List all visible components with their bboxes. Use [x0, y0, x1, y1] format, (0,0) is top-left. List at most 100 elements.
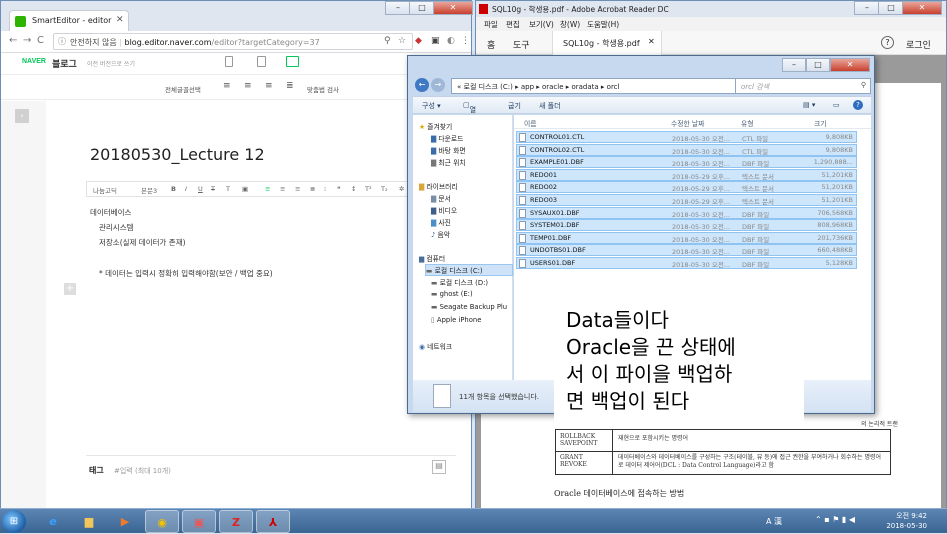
- font-size-select[interactable]: 본문3: [141, 185, 157, 195]
- body-line-1[interactable]: 데이터베이스: [90, 207, 131, 218]
- file-row[interactable]: USERS01.DBF 2018-05-30 오전... DBF 파일 5,128KB: [516, 257, 857, 269]
- strike-icon[interactable]: T: [211, 185, 215, 193]
- acrobat-close-button[interactable]: ✕: [902, 1, 942, 15]
- explorer-path-input[interactable]: « 로컬 디스크 (C:) ▸ app ▸ oracle ▸ oradata ▸…: [451, 78, 741, 94]
- file-row[interactable]: CONTROL02.CTL 2018-05-30 오전... CTL 파일 9,808…: [516, 143, 857, 156]
- acrobat-maximize-button[interactable]: □: [878, 1, 904, 15]
- tools-tab[interactable]: 도구: [513, 38, 530, 51]
- explorer-search-input[interactable]: orcl 검색 ⚲: [735, 78, 871, 94]
- font-family-select[interactable]: 나눔고딕: [93, 185, 117, 195]
- file-row[interactable]: CONTROL01.CTL 2018-05-30 오전... CTL 파일 9,808…: [516, 131, 857, 143]
- line-height-icon[interactable]: ↕: [351, 185, 356, 193]
- preview-pane-icon[interactable]: ▭: [833, 101, 840, 109]
- prev-version-link[interactable]: 이전 버전으로 쓰기: [87, 59, 135, 68]
- document-tab[interactable]: SQL10g - 학생용.pdf ✕: [552, 31, 662, 55]
- fmt-align-right-icon[interactable]: ≡: [295, 185, 300, 193]
- view-options-icon[interactable]: ▤ ▾: [803, 101, 815, 109]
- minimize-button[interactable]: –: [385, 1, 411, 15]
- nav-iphone[interactable]: ▯ Apple iPhone: [431, 316, 481, 324]
- col-size[interactable]: 크기: [814, 118, 827, 128]
- list-icon[interactable]: ⁝: [324, 185, 326, 193]
- nav-desktop[interactable]: ▇ 바탕 화면: [431, 145, 466, 155]
- nav-drive-d[interactable]: ▬ 로컬 디스크 (D:): [431, 277, 488, 287]
- chrome-taskbar-icon[interactable]: ◉: [145, 510, 179, 533]
- nav-drive-c[interactable]: ▬ 로컬 디스크 (C:): [425, 264, 513, 276]
- menu-view[interactable]: 보기(V): [529, 19, 554, 30]
- file-row[interactable]: REDO02 2018-05-29 오후... 텍스트 문서 51,201KB: [516, 181, 857, 194]
- body-line-3[interactable]: 저장소(실제 데이터가 존재): [99, 237, 186, 248]
- file-row[interactable]: REDO03 2018-05-29 오후... 텍스트 문서 51,201KB: [516, 194, 857, 206]
- body-line-4[interactable]: * 데이터는 입력시 정확히 입력해야함(보안 / 백업 중요): [99, 268, 273, 279]
- fmt-align-center-icon[interactable]: ≡: [280, 185, 285, 193]
- tray-icons[interactable]: ⌃ ▪ ⚑ ▮ ◀: [815, 515, 855, 524]
- expand-panel-icon[interactable]: ›: [15, 109, 29, 123]
- close-button[interactable]: ✕: [433, 1, 473, 15]
- start-button[interactable]: ⊞: [2, 510, 26, 533]
- italic-icon[interactable]: I: [185, 185, 187, 193]
- more-icon[interactable]: ✲: [399, 185, 404, 193]
- explorer-taskbar-icon[interactable]: ▆: [72, 510, 106, 533]
- nav-pictures[interactable]: ▇ 사진: [431, 217, 451, 227]
- align-left-icon[interactable]: ≡: [223, 81, 231, 91]
- explorer-maximize-button[interactable]: □: [806, 58, 830, 72]
- body-line-2[interactable]: 관리시스템: [99, 222, 134, 233]
- nav-ghost[interactable]: ▬ ghost (E:): [431, 290, 473, 298]
- nav-videos[interactable]: ▇ 비디오: [431, 205, 457, 215]
- menu-window[interactable]: 창(W): [560, 19, 580, 30]
- filezilla-icon[interactable]: Z: [219, 510, 253, 533]
- nav-recent[interactable]: ▇ 최근 위치: [431, 157, 466, 167]
- document-tab-close-icon[interactable]: ✕: [648, 37, 655, 46]
- reload-icon[interactable]: C: [37, 35, 44, 46]
- tablet-preview-icon[interactable]: [257, 56, 266, 67]
- url-input[interactable]: ⓘ 안전하지 않음 | blog.editor.naver.com/editor…: [53, 33, 413, 50]
- info-icon[interactable]: ⓘ: [58, 36, 66, 47]
- login-button[interactable]: 로그인: [906, 38, 931, 51]
- bold-icon[interactable]: B: [171, 185, 176, 193]
- col-type[interactable]: 유형: [741, 118, 754, 128]
- mobile-preview-icon[interactable]: [225, 56, 233, 67]
- file-row[interactable]: UNDOTBS01.DBF 2018-05-30 오전... DBF 파일 660,4…: [516, 244, 857, 257]
- new-folder-button[interactable]: 새 폴더: [539, 101, 561, 111]
- menu-help[interactable]: 도움말(H): [587, 19, 619, 30]
- media-player-icon[interactable]: ▶: [108, 510, 142, 533]
- bookmark-star-icon[interactable]: ☆: [398, 36, 406, 46]
- menu-icon[interactable]: ⋮: [461, 36, 470, 46]
- organize-button[interactable]: 구성 ▾: [422, 101, 441, 111]
- fmt-align-left-icon[interactable]: ≡: [265, 185, 270, 193]
- back-icon[interactable]: ←: [9, 35, 17, 46]
- nav-seagate[interactable]: ▬ Seagate Backup Plu: [431, 303, 507, 311]
- text-color-icon[interactable]: T: [226, 185, 230, 193]
- explorer-back-icon[interactable]: ←: [415, 78, 429, 92]
- select-all-button[interactable]: 전체글꼴선택: [165, 84, 201, 94]
- spellcheck-button[interactable]: 맞춤법 검사: [307, 84, 339, 94]
- open-button[interactable]: ▢ 열기: [463, 101, 476, 124]
- nav-network[interactable]: ◉ 네트워크: [419, 341, 452, 351]
- file-row[interactable]: SYSTEM01.DBF 2018-05-30 오전... DBF 파일 808,96…: [516, 219, 857, 232]
- ie-icon[interactable]: e: [36, 510, 70, 533]
- superscript-icon[interactable]: T²: [365, 185, 372, 193]
- document-title[interactable]: 20180530_Lecture 12: [90, 145, 265, 164]
- fmt-justify-icon[interactable]: ≣: [310, 185, 315, 193]
- underline-icon[interactable]: U: [198, 185, 203, 193]
- file-row[interactable]: SYSAUX01.DBF 2018-05-30 오전... DBF 파일 706,56…: [516, 206, 857, 219]
- explorer-help-icon[interactable]: ?: [853, 100, 863, 110]
- burn-button[interactable]: 굽기: [508, 101, 521, 111]
- menu-edit[interactable]: 편집: [506, 19, 520, 30]
- add-component-icon[interactable]: +: [64, 283, 76, 295]
- file-row[interactable]: REDO01 2018-05-29 오후... 텍스트 문서 51,201KB: [516, 168, 857, 181]
- app-taskbar-icon[interactable]: ▣: [182, 510, 216, 533]
- menu-file[interactable]: 파일: [484, 19, 498, 30]
- help-icon[interactable]: ?: [881, 36, 894, 49]
- tag-input[interactable]: #입력 (최대 10개): [114, 466, 171, 476]
- extension-2-icon[interactable]: ▣: [431, 36, 440, 46]
- col-date[interactable]: 수정한 날짜: [671, 118, 704, 128]
- photo-icon[interactable]: ▤: [432, 460, 446, 474]
- align-justify-icon[interactable]: ≣: [286, 81, 294, 91]
- explorer-minimize-button[interactable]: –: [782, 58, 806, 72]
- file-row[interactable]: EXAMPLE01.DBF 2018-05-30 오전... DBF 파일 1,290…: [516, 156, 857, 169]
- quote-icon[interactable]: ❝: [337, 185, 341, 193]
- subscript-icon[interactable]: T₂: [381, 185, 388, 193]
- file-row[interactable]: TEMP01.DBF 2018-05-30 오전... DBF 파일 201,736K…: [516, 231, 857, 244]
- nav-favorites[interactable]: ★ 즐겨찾기: [419, 121, 452, 131]
- nav-computer[interactable]: ▆ 컴퓨터: [419, 253, 445, 263]
